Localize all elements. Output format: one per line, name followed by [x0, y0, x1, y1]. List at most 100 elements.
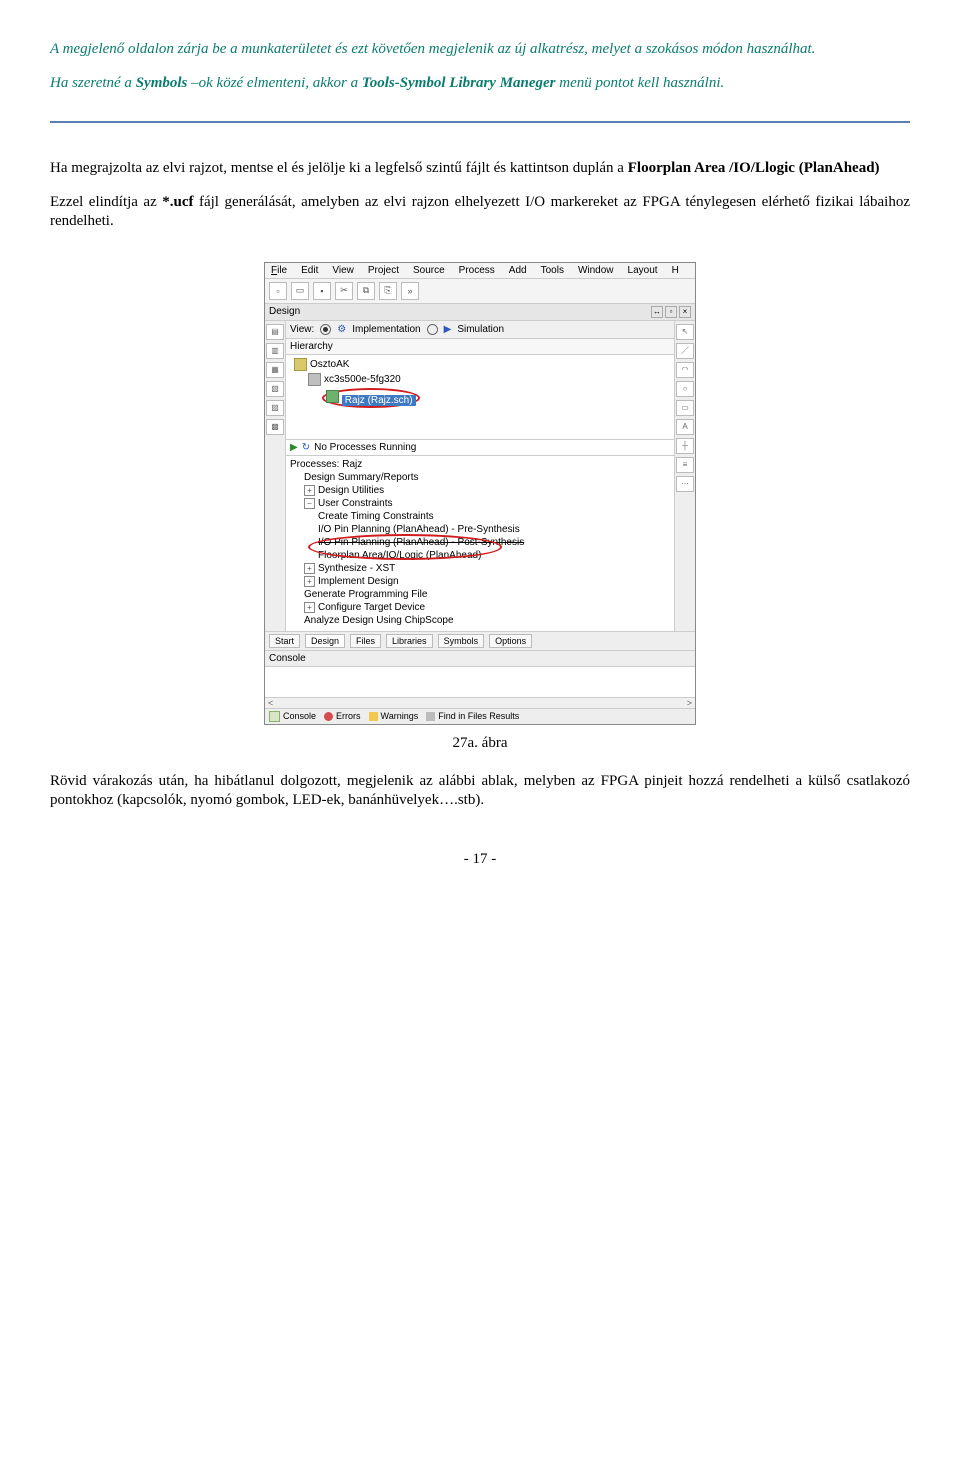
body-p3-floorplan: Floorplan Area /IO/Llogic (PlanAhead) [628, 160, 880, 176]
rtool-pointer-icon[interactable]: ↖ [676, 324, 694, 340]
tree-project-label: OsztoAK [310, 359, 349, 370]
collapse-icon[interactable]: − [304, 498, 315, 509]
panel-pin-icon[interactable]: ↔ [651, 306, 663, 318]
figure-container: File Edit View Project Source Process Ad… [50, 262, 910, 725]
sch-icon [326, 390, 339, 403]
proc-analyze[interactable]: Analyze Design Using ChipScope [290, 614, 670, 627]
menu-help[interactable]: H [672, 265, 679, 276]
tab-options[interactable]: Options [489, 634, 532, 648]
scroll-left-icon[interactable]: < [268, 698, 273, 708]
scroll-right-icon[interactable]: > [687, 698, 692, 708]
tb-new-icon[interactable]: ▫ [269, 282, 287, 300]
expand-icon[interactable]: + [304, 602, 315, 613]
tb-more-icon[interactable]: » [401, 282, 419, 300]
refresh-icon[interactable]: ↻ [302, 442, 310, 453]
rail-icon-3[interactable]: ▦ [266, 362, 284, 378]
console-tab-console[interactable]: Console [269, 711, 316, 722]
intro-p2-tools: Tools-Symbol Library Maneger [362, 75, 556, 91]
rtool-line-icon[interactable]: ／ [676, 343, 694, 359]
intro-p2-seg-c: –ok közé elmenteni, akkor a [187, 75, 362, 91]
tb-cut-icon[interactable]: ✂ [335, 282, 353, 300]
menu-process[interactable]: Process [459, 265, 495, 276]
rail-icon-2[interactable]: ▥ [266, 343, 284, 359]
proc-utils[interactable]: +Design Utilities [290, 484, 670, 497]
rtool-more-icon[interactable]: ⋯ [676, 476, 694, 492]
proc-gen[interactable]: Generate Programming File [290, 588, 670, 601]
proc-summary[interactable]: Design Summary/Reports [290, 471, 670, 484]
proc-io-pre[interactable]: I/O Pin Planning (PlanAhead) - Pre-Synth… [290, 523, 670, 536]
menu-add[interactable]: Add [509, 265, 527, 276]
console-body [265, 667, 695, 697]
sim-icon: ▶ [444, 324, 452, 335]
rail-icon-1[interactable]: ▤ [266, 324, 284, 340]
menu-file[interactable]: File [271, 265, 287, 276]
body-paragraph-1: Ha megrajzolta az elvi rajzot, mentse el… [50, 159, 910, 179]
console-tab-errors[interactable]: Errors [324, 711, 361, 721]
rtool-arc-icon[interactable]: ◠ [676, 362, 694, 378]
menu-tools[interactable]: Tools [541, 265, 564, 276]
tb-paste-icon[interactable]: ⎘ [379, 282, 397, 300]
proc-conf[interactable]: +Configure Target Device [290, 601, 670, 614]
rail-icon-6[interactable]: ▩ [266, 419, 284, 435]
console-tab-warnings[interactable]: Warnings [369, 711, 419, 721]
menu-source[interactable]: Source [413, 265, 445, 276]
tab-libraries[interactable]: Libraries [386, 634, 433, 648]
radio-simulation[interactable] [427, 324, 438, 335]
tb-open-icon[interactable]: ▭ [291, 282, 309, 300]
gear-icon: ⚙ [337, 324, 346, 335]
ise-screenshot: File Edit View Project Source Process Ad… [264, 262, 696, 725]
body-p4-ucf: *.ucf [162, 194, 193, 210]
process-list: Processes: Rajz Design Summary/Reports +… [286, 456, 674, 631]
rtool-text-icon[interactable]: A [676, 419, 694, 435]
find-icon [426, 712, 435, 721]
body-paragraph-2: Ezzel elindítja az *.ucf fájl generálásá… [50, 193, 910, 232]
proc-io-post[interactable]: I/O Pin Planning (PlanAhead) - Post-Synt… [290, 536, 670, 549]
radio-implementation[interactable] [320, 324, 331, 335]
proc-userc[interactable]: −User Constraints [290, 497, 670, 510]
tb-copy-icon[interactable]: ⧉ [357, 282, 375, 300]
menubar: File Edit View Project Source Process Ad… [265, 263, 695, 279]
console-tab-find[interactable]: Find in Files Results [426, 711, 519, 721]
menu-project[interactable]: Project [368, 265, 399, 276]
console-panel: Console <> Console Errors Warnings Find … [265, 650, 695, 724]
rtool-bus-icon[interactable]: ≡ [676, 457, 694, 473]
rtool-circle-icon[interactable]: ○ [676, 381, 694, 397]
process-status-row: ▶ ↻ No Processes Running [286, 440, 674, 456]
tb-save-icon[interactable]: ▪ [313, 282, 331, 300]
proc-timing[interactable]: Create Timing Constraints [290, 510, 670, 523]
panel-close-icon[interactable]: × [679, 306, 691, 318]
tab-design[interactable]: Design [305, 634, 345, 648]
hierarchy-tree: OsztoAK xc3s500e-5fg320 Rajz (Rajz.sch) [286, 355, 674, 440]
panel-min-icon[interactable]: ▫ [665, 306, 677, 318]
proc-impl[interactable]: +Implement Design [290, 575, 670, 588]
hierarchy-label: Hierarchy [290, 341, 333, 352]
menu-view[interactable]: View [332, 265, 354, 276]
tab-symbols[interactable]: Symbols [438, 634, 485, 648]
rtool-net-icon[interactable]: ┼ [676, 438, 694, 454]
intro-paragraph-1: A megjelenő oldalon zárja be a munkaterü… [50, 40, 910, 60]
rtool-rect-icon[interactable]: ▭ [676, 400, 694, 416]
menu-window[interactable]: Window [578, 265, 614, 276]
play-icon[interactable]: ▶ [290, 442, 298, 453]
design-panel-title: Design [269, 306, 300, 318]
expand-icon[interactable]: + [304, 563, 315, 574]
tab-start[interactable]: Start [269, 634, 300, 648]
rail-icon-4[interactable]: ▧ [266, 381, 284, 397]
intro-p2-seg-e: menü pontot kell használni. [556, 75, 725, 91]
menu-layout[interactable]: Layout [628, 265, 658, 276]
menu-edit[interactable]: Edit [301, 265, 318, 276]
expand-icon[interactable]: + [304, 485, 315, 496]
tree-chip-label: xc3s500e-5fg320 [324, 374, 401, 385]
expand-icon[interactable]: + [304, 576, 315, 587]
tree-chip-row[interactable]: xc3s500e-5fg320 [294, 372, 670, 387]
tree-project-row[interactable]: OsztoAK [294, 357, 670, 372]
rail-icon-5[interactable]: ▨ [266, 400, 284, 416]
tab-files[interactable]: Files [350, 634, 381, 648]
proc-floorplan[interactable]: Floorplan Area/IO/Logic (PlanAhead) [290, 549, 670, 562]
body-p3-seg-a: Ha megrajzolta az elvi rajzot, mentse el… [50, 160, 628, 176]
body-p4-seg-a: Ezzel elindítja az [50, 194, 162, 210]
view-implementation-label: Implementation [352, 324, 420, 335]
tree-rajz-row[interactable]: Rajz (Rajz.sch) [294, 387, 670, 409]
view-label: View: [290, 324, 314, 335]
proc-synth[interactable]: +Synthesize - XST [290, 562, 670, 575]
